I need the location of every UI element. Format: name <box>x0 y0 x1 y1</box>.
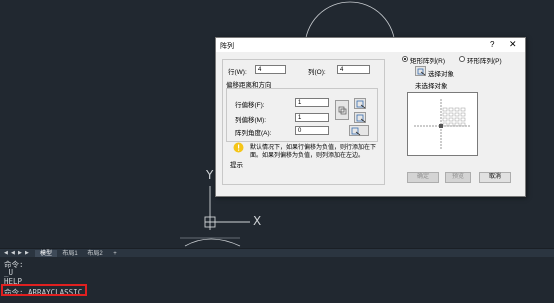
tab-nav-next-icon[interactable]: ▶ <box>18 250 22 256</box>
rows-label: 行(W): <box>228 69 247 76</box>
pick-icon <box>351 127 361 136</box>
angle-input[interactable]: 0 <box>295 126 329 135</box>
array-preview <box>407 92 478 156</box>
arc-shape <box>184 238 241 247</box>
radio-rect-array[interactable] <box>402 56 408 62</box>
col-offset-input[interactable]: 1 <box>295 113 329 122</box>
close-icon[interactable]: ✕ <box>509 39 517 50</box>
radio-polar-label: 环形阵列(P) <box>467 58 502 65</box>
pick-both-offsets-button[interactable] <box>335 100 349 120</box>
tab-nav-last-icon[interactable]: ▶ <box>25 250 29 256</box>
pick-angle-button[interactable] <box>349 125 369 136</box>
pick-icon <box>356 100 366 109</box>
row-offset-input[interactable]: 1 <box>295 98 329 107</box>
pick-row-offset-button[interactable] <box>354 98 366 109</box>
angle-label: 阵列角度(A): <box>235 130 272 137</box>
tab-nav-first-icon[interactable]: ◀ <box>4 250 8 256</box>
command-history[interactable]: 命令: _U HELP 命令: ARRAYCLASSIC <box>0 257 554 303</box>
preview-button[interactable]: 预览 <box>445 172 471 183</box>
warning-icon <box>233 142 244 153</box>
ok-button[interactable]: 确定 <box>407 172 439 183</box>
ucs-x-label: X <box>253 214 262 228</box>
pick-col-offset-button[interactable] <box>354 112 366 123</box>
tab-nav-prev-icon[interactable]: ◀ <box>11 250 15 256</box>
radio-polar-array[interactable] <box>459 56 465 62</box>
select-objects-icon <box>417 68 426 76</box>
dialog-title: 阵列 <box>220 43 234 50</box>
preview-graphic <box>414 99 470 149</box>
row-offset-label: 行偏移(F): <box>235 102 265 109</box>
cancel-button[interactable]: 取消 <box>479 172 511 183</box>
select-objects-button[interactable] <box>415 66 426 76</box>
rows-input[interactable]: 4 <box>255 65 286 74</box>
cols-label: 列(O): <box>308 69 326 76</box>
pick-offsets-icon <box>338 106 347 115</box>
cols-input[interactable]: 4 <box>337 65 370 74</box>
dialog-titlebar[interactable]: 阵列 ? ✕ <box>216 38 525 52</box>
highlight-box <box>1 284 87 296</box>
ucs-y-label: Y <box>206 168 214 182</box>
select-objects-label: 选择对象 <box>428 71 454 78</box>
tip-label: 提示 <box>230 162 243 169</box>
command-line: _U <box>4 268 14 277</box>
radio-rect-label: 矩形阵列(R) <box>410 58 446 65</box>
help-button[interactable]: ? <box>490 40 494 49</box>
array-dialog: 阵列 ? ✕ 行(W): 4 列(O): 4 偏移距离和方向 行偏移(F): 1… <box>215 37 526 197</box>
pick-icon <box>356 114 366 123</box>
col-offset-label: 列偏移(M): <box>235 117 267 124</box>
no-selection-status: 未选择对象 <box>415 83 448 90</box>
tip-text-line2: 面。如果列偏移为负值，则列添加在左边。 <box>250 153 365 159</box>
